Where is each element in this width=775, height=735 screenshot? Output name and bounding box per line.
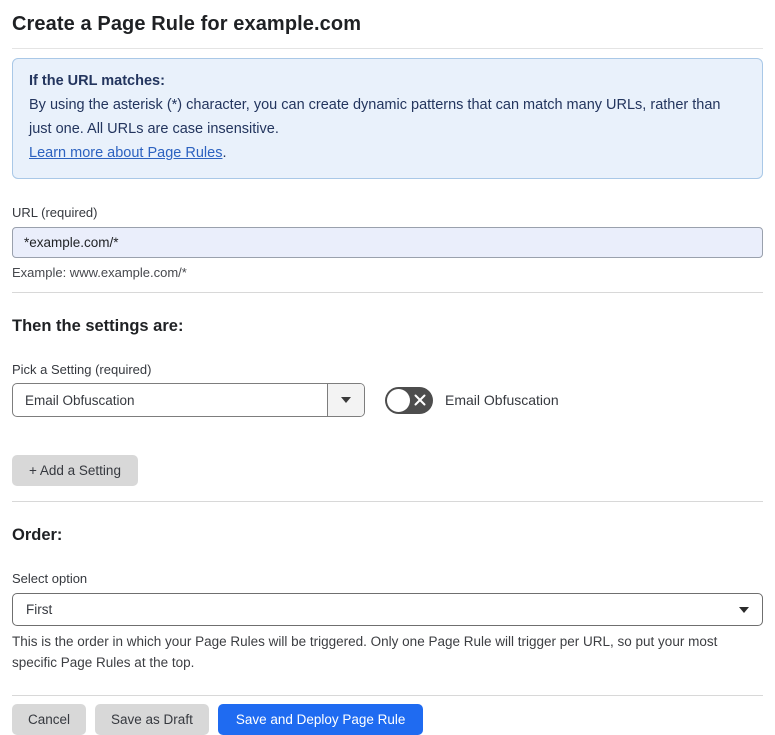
caret-down-icon (341, 397, 351, 403)
create-page-rule-panel: Create a Page Rule for example.com If th… (0, 0, 775, 735)
cancel-button[interactable]: Cancel (12, 704, 87, 735)
url-field-label: URL (required) (12, 205, 98, 220)
order-section-heading: Order: (12, 526, 63, 544)
footer-actions: Cancel Save as Draft Save and Deploy Pag… (12, 704, 763, 735)
order-helper-text: This is the order in which your Page Rul… (12, 634, 718, 670)
email-obfuscation-toggle[interactable] (385, 386, 433, 414)
setting-select-arrow-button[interactable] (327, 384, 364, 416)
add-setting-button[interactable]: + Add a Setting (12, 455, 138, 486)
setting-select[interactable]: Email Obfuscation (12, 383, 365, 417)
url-input[interactable] (12, 227, 763, 258)
url-match-info-box: If the URL matches: By using the asteris… (12, 58, 763, 179)
page-title: Create a Page Rule for example.com (12, 10, 763, 49)
caret-down-icon (739, 606, 749, 613)
info-box-link-line: Learn more about Page Rules. (29, 141, 746, 165)
toggle-label: Email Obfuscation (445, 392, 559, 408)
link-suffix: . (222, 145, 227, 161)
settings-section-heading: Then the settings are: (12, 317, 184, 335)
save-as-draft-button[interactable]: Save as Draft (95, 704, 209, 735)
learn-more-link[interactable]: Learn more about Page Rules (29, 145, 222, 161)
url-helper-text: Example: www.example.com/* (12, 265, 187, 280)
x-icon (414, 394, 426, 406)
setting-row: Email Obfuscation Email Obfuscation (12, 383, 763, 417)
info-box-body: By using the asterisk (*) character, you… (29, 97, 721, 137)
pick-setting-label: Pick a Setting (required) (12, 362, 152, 377)
order-select[interactable]: First (12, 593, 763, 626)
divider (12, 292, 763, 293)
order-select-value: First (26, 602, 53, 617)
save-and-deploy-button[interactable]: Save and Deploy Page Rule (217, 704, 424, 735)
setting-select-value: Email Obfuscation (25, 392, 135, 408)
toggle-knob (387, 388, 410, 412)
divider (12, 695, 763, 696)
divider (12, 501, 763, 502)
order-select-label: Select option (12, 571, 88, 586)
info-box-heading: If the URL matches: (29, 73, 165, 89)
